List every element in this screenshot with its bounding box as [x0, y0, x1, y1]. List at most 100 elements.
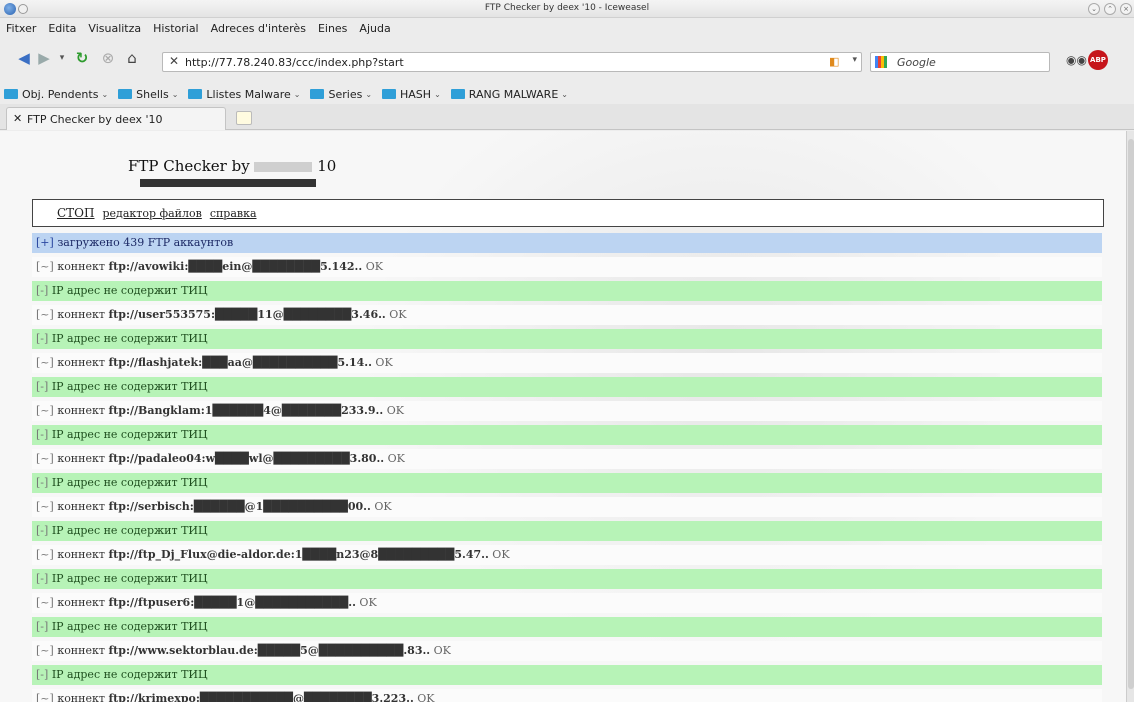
address-bar[interactable]: ✕ http://77.78.240.83/ccc/index.php?star…: [162, 52, 862, 72]
log-row-connect: [~] коннект ftp://krimexpo:███████████@█…: [32, 689, 1102, 702]
vertical-scrollbar[interactable]: [1126, 131, 1134, 702]
ftp-credential: ftp://ftp_Dj_Flux@die-aldor.de:1████n23@…: [108, 548, 489, 561]
history-dropdown-icon[interactable]: ▾: [54, 50, 70, 66]
bookmark-folder[interactable]: HASH ⌄: [382, 88, 441, 101]
status-ok: OK: [417, 692, 435, 702]
menu-bar: Fitxer Edita Visualitza Historial Adrece…: [0, 18, 1134, 38]
log-tag: [-]: [36, 668, 49, 681]
status-ok: OK: [359, 596, 377, 609]
google-engine-icon[interactable]: [875, 56, 887, 68]
bookmark-folder[interactable]: Series ⌄: [310, 88, 372, 101]
feed-icon[interactable]: ◧: [829, 55, 843, 69]
ftp-credential: ftp://www.sektorblau.de:█████5@█████████…: [108, 644, 431, 657]
window-titlebar: FTP Checker by deex '10 - Iceweasel ⌄ ⌃ …: [0, 0, 1134, 18]
log-row-ip-result: [-] IP адрес не содержит ТИЦ: [32, 281, 1102, 301]
scrollbar-thumb[interactable]: [1128, 139, 1134, 689]
bookmark-folder[interactable]: Obj. Pendents ⌄: [4, 88, 108, 101]
forward-arrow-icon[interactable]: ▶: [36, 50, 52, 66]
stop-icon[interactable]: ⊗: [100, 50, 116, 66]
bookmarks-toolbar: Obj. Pendents ⌄ Shells ⌄ Llistes Malware ⌄ …: [0, 84, 1134, 104]
log-row-connect: [~] коннект ftp://serbisch:██████@1█████…: [32, 497, 1102, 517]
address-url[interactable]: http://77.78.240.83/ccc/index.php?start: [185, 56, 404, 69]
log-tag: [~]: [36, 452, 54, 465]
log-prefix: коннект: [57, 260, 105, 273]
ftp-credential: ftp://krimexpo:███████████@████████3.223…: [108, 692, 414, 702]
log-tag: [-]: [36, 476, 49, 489]
ftp-credential: ftp://padaleo04:w████wl@█████████3.80..: [108, 452, 385, 465]
chevron-down-icon: ⌄: [365, 89, 373, 99]
log-tag: [-]: [36, 332, 49, 345]
new-tab-button[interactable]: [236, 111, 252, 125]
navigation-toolbar: ◀ ▶ ▾ ↻ ⊗ ⌂ ✕ http://77.78.240.83/ccc/in…: [0, 38, 1134, 84]
chevron-down-icon: ⌄: [561, 89, 568, 99]
log-prefix: коннект: [57, 308, 105, 321]
chevron-down-icon: ⌄: [293, 89, 301, 99]
search-bar[interactable]: Google: [870, 52, 1050, 72]
address-dropdown-icon[interactable]: ▾: [852, 55, 857, 65]
log-text: IP адрес не содержит ТИЦ: [51, 620, 208, 633]
site-favicon-icon: ✕: [169, 54, 180, 68]
help-link[interactable]: справка: [210, 207, 257, 220]
menu-view[interactable]: Visualitza: [88, 22, 141, 35]
log-row-connect: [~] коннект ftp://Bangklam:1██████4@████…: [32, 401, 1102, 421]
menu-edit[interactable]: Edita: [48, 22, 76, 35]
chevron-down-icon: ⌄: [101, 89, 109, 99]
ftp-credential: ftp://Bangklam:1██████4@███████233.9..: [108, 404, 384, 417]
redacted-subtitle: [140, 179, 316, 187]
tab-strip: ✕ FTP Checker by deex '10: [0, 104, 1134, 130]
log-tag: [+]: [36, 236, 54, 249]
page-title: FTP Checker by 10: [128, 157, 336, 175]
minimize-icon[interactable]: ⌄: [1088, 3, 1100, 15]
chevron-down-icon: ⌄: [434, 89, 441, 99]
stop-link[interactable]: СТОП: [57, 206, 95, 220]
log-prefix: коннект: [57, 500, 105, 513]
menu-tools[interactable]: Eines: [318, 22, 347, 35]
bookmark-folder[interactable]: Shells ⌄: [118, 88, 178, 101]
log-row-ip-result: [-] IP адрес не содержит ТИЦ: [32, 377, 1102, 397]
close-icon[interactable]: ×: [1120, 3, 1132, 15]
file-editor-link[interactable]: редактор файлов: [103, 207, 202, 220]
log-prefix: коннект: [57, 452, 105, 465]
log-row-ip-result: [-] IP адрес не содержит ТИЦ: [32, 665, 1102, 685]
tab-label: FTP Checker by deex '10: [27, 113, 163, 126]
log-tag: [~]: [36, 260, 54, 273]
bookmark-folder[interactable]: Llistes Malware ⌄: [188, 88, 300, 101]
log-row-connect: [~] коннект ftp://flashjatek:███aa@█████…: [32, 353, 1102, 373]
tab-ftp-checker[interactable]: ✕ FTP Checker by deex '10: [6, 107, 226, 130]
log-row-connect: [~] коннект ftp://ftpuser6:█████1@██████…: [32, 593, 1102, 613]
menu-help[interactable]: Ajuda: [359, 22, 390, 35]
menu-bookmarks[interactable]: Adreces d'interès: [211, 22, 306, 35]
status-ok: OK: [389, 308, 407, 321]
ftp-credential: ftp://serbisch:██████@1██████████00..: [108, 500, 371, 513]
window-title: FTP Checker by deex '10 - Iceweasel: [484, 3, 650, 13]
page-title-right: 10: [317, 157, 337, 175]
log-prefix: коннект: [57, 644, 105, 657]
log-tag: [-]: [36, 380, 49, 393]
log-row-ip-result: [-] IP адрес не содержит ТИЦ: [32, 425, 1102, 445]
menu-file[interactable]: Fitxer: [6, 22, 36, 35]
log-tag: [~]: [36, 404, 54, 417]
page-content: FTP Checker by 10 СТОП редактор файлов с…: [0, 131, 1126, 702]
log-row-info: [+] загружено 439 FTP аккаунтов: [32, 233, 1102, 253]
log-row-ip-result: [-] IP адрес не содержит ТИЦ: [32, 329, 1102, 349]
ftp-credential: ftp://avowiki:████ein@████████5.142..: [108, 260, 363, 273]
log-text: IP адрес не содержит ТИЦ: [51, 668, 208, 681]
page-title-left: FTP Checker by: [128, 157, 250, 175]
log-tag: [-]: [36, 572, 49, 585]
log-tag: [~]: [36, 692, 54, 702]
bookmark-folder[interactable]: RANG MALWARE ⌄: [450, 88, 568, 101]
ftp-credential: ftp://user553575:█████11@████████3.46..: [108, 308, 386, 321]
log-prefix: коннект: [57, 548, 105, 561]
binoculars-icon[interactable]: ◉◉: [1066, 53, 1087, 67]
log-text: IP адрес не содержит ТИЦ: [51, 572, 208, 585]
log-row-connect: [~] коннект ftp://www.sektorblau.de:████…: [32, 641, 1102, 661]
folder-icon: [118, 89, 133, 99]
home-icon[interactable]: ⌂: [124, 50, 140, 66]
log-tag: [~]: [36, 548, 54, 561]
adblock-plus-icon[interactable]: ABP: [1088, 50, 1108, 70]
back-arrow-icon[interactable]: ◀: [16, 50, 32, 66]
log-text: загружено 439 FTP аккаунтов: [57, 236, 234, 249]
maximize-icon[interactable]: ⌃: [1104, 3, 1116, 15]
reload-icon[interactable]: ↻: [74, 50, 90, 66]
menu-history[interactable]: Historial: [153, 22, 198, 35]
